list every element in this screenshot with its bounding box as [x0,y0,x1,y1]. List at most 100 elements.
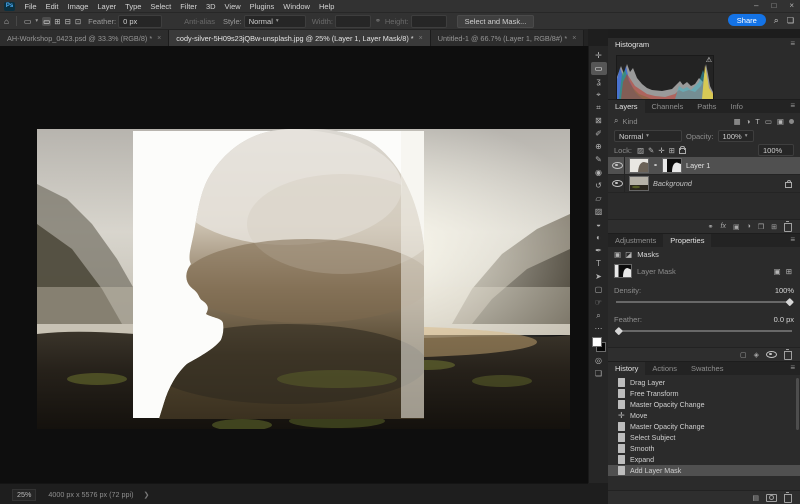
clipping-warning-icon[interactable]: ⚠ [706,56,712,64]
history-step[interactable]: Select Subject [608,432,800,443]
filter-smart-object-icon[interactable]: ▣ [777,117,784,126]
zoom-level-input[interactable]: 25% [12,488,37,501]
pixel-mask-icon[interactable]: ▣ [614,250,621,259]
mask-thumbnail[interactable] [614,264,632,278]
new-layer-icon[interactable]: ⊞ [771,223,777,231]
history-step[interactable]: Smooth [608,443,800,454]
delete-layer-icon[interactable] [784,221,792,232]
menu-select[interactable]: Select [146,2,176,11]
new-selection-icon[interactable]: ▭ [42,16,52,26]
status-options-chevron[interactable]: ❯ [144,491,150,499]
tab-swatches[interactable]: Swatches [684,362,731,375]
add-vector-mask-icon[interactable]: ⊞ [786,267,792,276]
document-tab-3[interactable]: Untitled-1 @ 66.7% (Layer 1, RGB/8#) * × [430,30,585,46]
layer-mask-thumbnail[interactable] [662,158,683,173]
zoom-tool[interactable]: ⌕ [591,309,607,322]
screen-mode-button[interactable]: ❏ [591,367,607,380]
slider-thumb[interactable] [785,297,794,306]
tab-properties[interactable]: Properties [663,234,712,247]
filter-toggle[interactable] [789,118,794,124]
path-selection-tool[interactable]: ➤ [591,270,607,283]
link-dimensions-icon[interactable]: ⚭ [371,17,385,25]
link-layers-icon[interactable]: ⚭ [708,223,714,231]
frame-tool[interactable]: ⊠ [591,114,607,127]
subtract-selection-icon[interactable]: ⊟ [64,17,72,26]
add-mask-icon[interactable]: ▣ [733,223,740,231]
vector-mask-icon[interactable]: ◪ [625,250,632,259]
select-and-mask-button[interactable]: Select and Mask... [456,14,535,28]
lasso-tool[interactable]: ʓ [591,75,607,88]
slider-thumb[interactable] [614,326,623,335]
history-step[interactable]: Master Opacity Change [608,399,800,410]
panel-menu-icon[interactable]: ≡ [790,363,795,372]
menu-view[interactable]: View [220,2,245,11]
document-tab-2-active[interactable]: cody-silver-5H09s23jQBw-unsplash.jpg @ 2… [169,30,431,46]
close-tab-icon[interactable]: × [419,35,423,42]
density-value[interactable]: 100% [775,286,794,295]
lock-position-icon[interactable]: ✛ [658,146,664,155]
menu-window[interactable]: Window [279,2,315,11]
lock-all-icon[interactable] [678,146,686,154]
canvas-image[interactable] [37,129,570,429]
filter-type-icon[interactable]: T [755,117,760,126]
tab-layers[interactable]: Layers [608,100,645,113]
lock-pixels-icon[interactable]: ✎ [648,146,654,155]
mask-link-icon[interactable]: ⚭ [653,162,658,169]
edit-toolbar-icon[interactable]: ⋯ [591,322,607,335]
filter-adjustment-icon[interactable]: ◑ [746,117,751,126]
maximize-button[interactable]: □ [771,0,776,12]
document-tab-1[interactable]: AH-Workshop_0423.psd @ 33.3% (RGB/8) * × [0,30,170,46]
menu-image[interactable]: Image [63,2,93,11]
brush-tool[interactable]: ✎ [591,153,607,166]
menu-help[interactable]: Help [314,2,338,11]
foreground-color-swatch[interactable] [591,337,602,347]
panel-menu-icon[interactable]: ≡ [790,235,795,244]
minimize-button[interactable]: – [754,0,758,12]
shape-tool[interactable]: ▢ [591,283,607,296]
rectangular-marquee-tool[interactable]: ▭ [590,62,607,75]
feather-value[interactable]: 0.0 px [774,315,794,324]
close-tab-icon[interactable]: × [572,35,576,42]
quick-mask-button[interactable]: ◎ [591,354,607,367]
layer-row-background[interactable]: Background [608,175,800,193]
share-button[interactable]: Share [727,14,766,26]
tab-histogram[interactable]: Histogram [608,38,657,51]
feather-input[interactable]: 0 px [118,14,163,28]
menu-plugins[interactable]: Plugins [245,2,279,11]
layer-thumbnail[interactable] [629,158,649,173]
apply-mask-icon[interactable]: ◈ [754,351,759,359]
hand-tool[interactable]: ☞ [591,296,607,309]
color-swatches[interactable] [591,337,606,352]
panel-menu-icon[interactable]: ≡ [790,39,795,48]
history-step-selected[interactable]: Add Layer Mask [608,465,800,476]
home-icon[interactable]: ⌂ [0,17,13,26]
gradient-tool[interactable]: ▨ [591,205,607,218]
opacity-input[interactable]: 100% ▾ [717,130,754,142]
blur-tool[interactable]: ◒ [591,218,607,231]
tab-actions[interactable]: Actions [645,362,684,375]
close-button[interactable]: × [789,0,794,12]
tool-preset-icon[interactable]: ▭ [20,17,36,26]
select-pixel-mask-icon[interactable]: ▣ [774,267,781,276]
feather-slider[interactable] [614,326,792,335]
lock-transparency-icon[interactable]: ▨ [637,146,644,155]
tab-history[interactable]: History [608,362,646,375]
menu-3d[interactable]: 3D [201,2,220,11]
type-tool[interactable]: T [591,257,607,270]
layer-thumbnail[interactable] [629,176,649,191]
history-step[interactable]: Drag Layer [608,377,800,388]
menu-layer[interactable]: Layer [93,2,121,11]
delete-mask-icon[interactable] [784,349,792,360]
tab-info[interactable]: Info [723,100,750,113]
history-step[interactable]: ✛ Move [608,410,800,421]
disable-mask-eye-icon[interactable] [766,351,777,358]
lock-artboard-icon[interactable]: ⊞ [669,146,675,155]
crop-tool[interactable]: ⌗ [591,101,607,114]
menu-file[interactable]: File [20,2,41,11]
history-step[interactable]: Expand [608,454,800,465]
move-tool[interactable]: ✛ [591,49,607,62]
adjustment-layer-icon[interactable]: ◑ [747,223,751,230]
search-icon[interactable]: ⌕ [774,15,779,26]
tab-paths[interactable]: Paths [690,100,723,113]
pen-tool[interactable]: ✒ [591,244,607,257]
